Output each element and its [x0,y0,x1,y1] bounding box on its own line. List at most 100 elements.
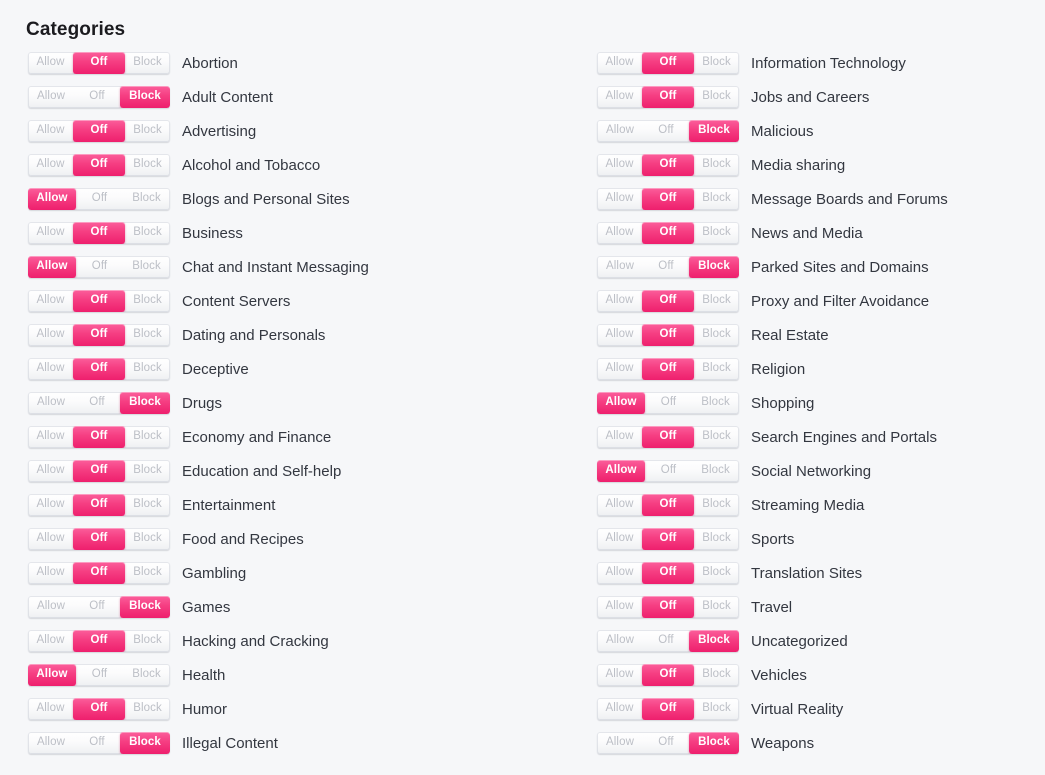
toggle-option-off[interactable]: Off [73,698,125,720]
toggle-option-block[interactable]: Block [120,86,170,108]
toggle-option-block[interactable]: Block [125,290,170,312]
toggle-option-block[interactable]: Block [125,426,170,448]
toggle-option-block[interactable]: Block [694,596,739,618]
toggle-option-off[interactable]: Off [642,324,694,346]
toggle-option-off[interactable]: Off [642,596,694,618]
toggle-option-off[interactable]: Off [74,392,120,414]
toggle-option-block[interactable]: Block [125,494,170,516]
toggle-option-off[interactable]: Off [642,426,694,448]
toggle-option-allow[interactable]: Allow [597,664,642,686]
policy-toggle-travel[interactable]: Allow Off Block [597,596,739,618]
toggle-option-block[interactable]: Block [694,358,739,380]
toggle-option-block[interactable]: Block [694,290,739,312]
toggle-option-off[interactable]: Off [643,630,689,652]
toggle-option-block[interactable]: Block [120,596,170,618]
policy-toggle-blogs-and-personal-sites[interactable]: Allow Off Block [28,188,170,210]
policy-toggle-search-engines-and-portals[interactable]: Allow Off Block [597,426,739,448]
policy-toggle-uncategorized[interactable]: Allow Off Block [597,630,739,652]
policy-toggle-alcohol-and-tobacco[interactable]: Allow Off Block [28,154,170,176]
toggle-option-block[interactable]: Block [125,460,170,482]
toggle-option-allow[interactable]: Allow [597,256,643,278]
toggle-option-allow[interactable]: Allow [597,52,642,74]
toggle-option-block[interactable]: Block [125,698,170,720]
toggle-option-block[interactable]: Block [694,494,739,516]
toggle-option-allow[interactable]: Allow [28,256,76,278]
toggle-option-allow[interactable]: Allow [28,392,74,414]
toggle-option-allow[interactable]: Allow [597,460,645,482]
toggle-option-block[interactable]: Block [692,460,739,482]
toggle-option-block[interactable]: Block [120,732,170,754]
toggle-option-allow[interactable]: Allow [28,52,73,74]
toggle-option-allow[interactable]: Allow [597,732,643,754]
toggle-option-allow[interactable]: Allow [28,358,73,380]
toggle-option-block[interactable]: Block [125,562,170,584]
toggle-option-allow[interactable]: Allow [28,630,73,652]
toggle-option-off[interactable]: Off [73,290,125,312]
toggle-option-allow[interactable]: Allow [28,528,73,550]
policy-toggle-gambling[interactable]: Allow Off Block [28,562,170,584]
toggle-option-allow[interactable]: Allow [597,358,642,380]
toggle-option-off[interactable]: Off [73,222,125,244]
toggle-option-allow[interactable]: Allow [597,630,643,652]
toggle-option-off[interactable]: Off [642,290,694,312]
policy-toggle-sports[interactable]: Allow Off Block [597,528,739,550]
toggle-option-off[interactable]: Off [74,732,120,754]
toggle-option-allow[interactable]: Allow [28,698,73,720]
toggle-option-off[interactable]: Off [642,188,694,210]
toggle-option-allow[interactable]: Allow [597,562,642,584]
policy-toggle-proxy-and-filter-avoidance[interactable]: Allow Off Block [597,290,739,312]
toggle-option-allow[interactable]: Allow [28,188,76,210]
toggle-option-off[interactable]: Off [643,732,689,754]
policy-toggle-social-networking[interactable]: Allow Off Block [597,460,739,482]
policy-toggle-entertainment[interactable]: Allow Off Block [28,494,170,516]
toggle-option-block[interactable]: Block [694,154,739,176]
policy-toggle-chat-and-instant-messaging[interactable]: Allow Off Block [28,256,170,278]
toggle-option-block[interactable]: Block [125,120,170,142]
toggle-option-block[interactable]: Block [694,562,739,584]
policy-toggle-malicious[interactable]: Allow Off Block [597,120,739,142]
toggle-option-allow[interactable]: Allow [597,290,642,312]
toggle-option-block[interactable]: Block [694,698,739,720]
toggle-option-allow[interactable]: Allow [597,86,642,108]
toggle-option-off[interactable]: Off [643,256,689,278]
toggle-option-allow[interactable]: Allow [597,528,642,550]
toggle-option-allow[interactable]: Allow [597,392,645,414]
policy-toggle-shopping[interactable]: Allow Off Block [597,392,739,414]
policy-toggle-games[interactable]: Allow Off Block [28,596,170,618]
policy-toggle-drugs[interactable]: Allow Off Block [28,392,170,414]
toggle-option-block[interactable]: Block [694,426,739,448]
policy-toggle-illegal-content[interactable]: Allow Off Block [28,732,170,754]
policy-toggle-religion[interactable]: Allow Off Block [597,358,739,380]
toggle-option-block[interactable]: Block [689,732,739,754]
toggle-option-block[interactable]: Block [689,630,739,652]
toggle-option-off[interactable]: Off [73,426,125,448]
toggle-option-off[interactable]: Off [73,120,125,142]
toggle-option-allow[interactable]: Allow [28,460,73,482]
policy-toggle-advertising[interactable]: Allow Off Block [28,120,170,142]
toggle-option-block[interactable]: Block [689,120,739,142]
toggle-option-block[interactable]: Block [694,222,739,244]
policy-toggle-food-and-recipes[interactable]: Allow Off Block [28,528,170,550]
toggle-option-block[interactable]: Block [123,664,170,686]
toggle-option-off[interactable]: Off [73,460,125,482]
toggle-option-block[interactable]: Block [125,154,170,176]
toggle-option-off[interactable]: Off [642,562,694,584]
toggle-option-allow[interactable]: Allow [28,290,73,312]
toggle-option-off[interactable]: Off [642,358,694,380]
toggle-option-allow[interactable]: Allow [28,426,73,448]
toggle-option-allow[interactable]: Allow [597,188,642,210]
toggle-option-off[interactable]: Off [74,596,120,618]
toggle-option-off[interactable]: Off [74,86,120,108]
policy-toggle-weapons[interactable]: Allow Off Block [597,732,739,754]
toggle-option-allow[interactable]: Allow [597,494,642,516]
toggle-option-off[interactable]: Off [76,664,123,686]
toggle-option-allow[interactable]: Allow [597,324,642,346]
toggle-option-block[interactable]: Block [694,528,739,550]
toggle-option-off[interactable]: Off [642,494,694,516]
toggle-option-allow[interactable]: Allow [28,120,73,142]
policy-toggle-jobs-and-careers[interactable]: Allow Off Block [597,86,739,108]
toggle-option-block[interactable]: Block [692,392,739,414]
policy-toggle-content-servers[interactable]: Allow Off Block [28,290,170,312]
policy-toggle-dating-and-personals[interactable]: Allow Off Block [28,324,170,346]
policy-toggle-deceptive[interactable]: Allow Off Block [28,358,170,380]
